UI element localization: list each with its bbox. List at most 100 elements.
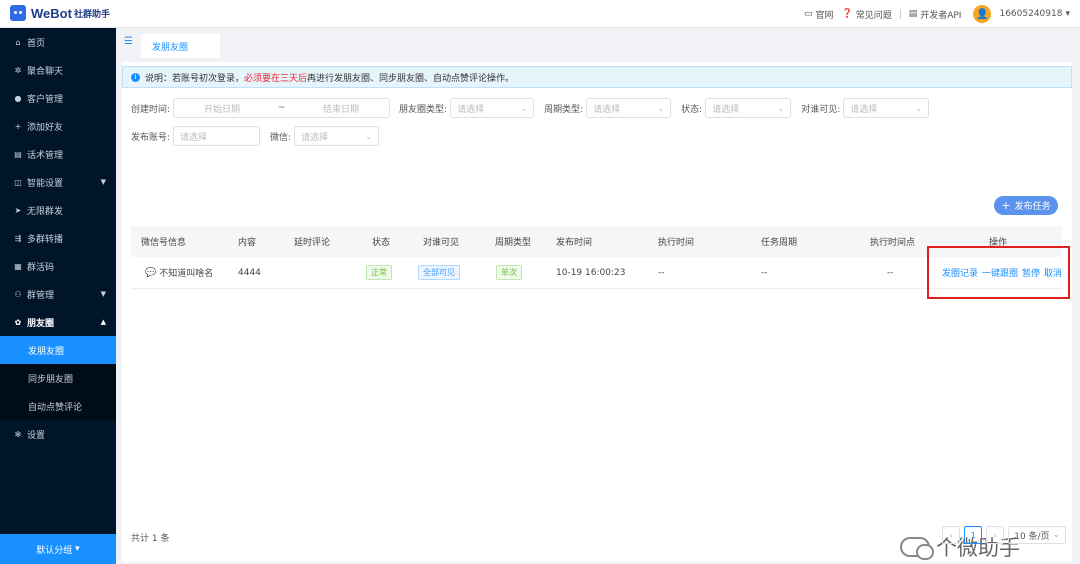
chevron-down-icon: ⌄ [915, 103, 923, 113]
sidebar-item-qrcode[interactable]: ▦ 群活码 [0, 252, 116, 280]
user-icon: ● [14, 93, 22, 103]
table-header: 微信号信息 内容 延时评论 状态 对谁可见 周期类型 发布时间 执行时间 任务周… [131, 226, 1062, 257]
wechat-label: 微信: [270, 132, 292, 143]
prev-page-button[interactable]: ‹ [942, 526, 961, 544]
qrcode-icon: ▦ [14, 261, 22, 271]
gear-icon: ✻ [14, 429, 22, 439]
content-panel: i 说明：若账号初次登录， 必须要在三天后 再进行发朋友圈、同步朋友圈、自动点赞… [122, 62, 1072, 562]
visibility-badge: 全部可见 [418, 265, 460, 280]
col-status: 状态 [372, 238, 391, 248]
page-number[interactable]: 1 [964, 526, 983, 544]
col-task-period: 任务周期 [761, 238, 798, 248]
send-icon: ➤ [14, 205, 22, 215]
sidebar-item-broadcast[interactable]: ➤ 无限群发 [0, 196, 116, 224]
chevron-up-icon: ▲ [100, 318, 106, 326]
sidebar-item-settings[interactable]: ✻ 设置 [0, 420, 116, 448]
col-exec-time: 执行时间 [658, 238, 695, 248]
account-label: 发布账号: [131, 132, 171, 143]
pagination: ‹ 1 › 10 条/页 ⌄ [942, 526, 1066, 544]
group-icon: ⚇ [14, 289, 22, 299]
sidebar-item-add-friend[interactable]: + 添加好友 [0, 112, 116, 140]
total-count: 共计 1 条 [131, 534, 170, 544]
create-time-label: 创建时间: [131, 104, 171, 115]
period-type-select[interactable]: 请选择 ⌄ [586, 98, 672, 118]
account-menu[interactable]: 16605240918 ▾ [999, 9, 1070, 19]
moments-icon: ✿ [14, 317, 22, 327]
sidebar-item-smart-settings[interactable]: ◫ 智能设置 ▼ [0, 168, 116, 196]
content-cell: 4444 [238, 267, 261, 278]
highlight-box [927, 246, 1070, 299]
period-type-label: 周期类型: [544, 104, 584, 115]
doc-icon: ▤ [908, 9, 918, 19]
sidebar-item-group-manage[interactable]: ⚇ 群管理 ▼ [0, 280, 116, 308]
tab-bar: ☰ 发朋友圈 [116, 28, 1080, 58]
visibility-select[interactable]: 请选择 ⌄ [843, 98, 930, 118]
moments-type-select[interactable]: 请选择 ⌄ [450, 98, 535, 118]
filter-row-1: 创建时间: 开始日期 ~ 结束日期 朋友圈类型: 请选择 ⌄ 周期类型: 请选择 ⌄… [131, 98, 930, 118]
col-delay-comment: 延时评论 [294, 238, 331, 248]
chevron-down-icon: ⌄ [520, 103, 528, 113]
notice-prefix: 说明：若账号初次登录， [145, 73, 245, 84]
chevron-down-icon: ▼ [100, 178, 106, 186]
task-period-cell: -- [761, 267, 768, 278]
chevron-left-icon: ‹ [949, 530, 953, 540]
sidebar: ⌂ 首页 ✲ 聚合聊天 ● 客户管理 + 添加好友 ▤ 话术管理 ◫ 智能设置 ▼ ➤ 无限群发… [0, 28, 116, 564]
start-date-input[interactable]: 开始日期 [204, 102, 240, 115]
status-select[interactable]: 请选择 ⌄ [705, 98, 792, 118]
broadcast-icon: ⇶ [14, 233, 22, 243]
monitor-icon: ▭ [803, 9, 813, 19]
account-select[interactable]: 请选择 [173, 126, 261, 146]
avatar[interactable]: 👤 [973, 5, 992, 23]
moments-submenu: 发朋友圈 同步朋友圈 自动点赞评论 [0, 336, 116, 420]
page-size-select[interactable]: 10 条/页 ⌄ [1008, 526, 1066, 544]
date-range-picker[interactable]: 开始日期 ~ 结束日期 [173, 98, 391, 118]
top-bar: WeBot 社群助手 ▭ 官网 ❓ 常见问题 ▤ 开发者API 👤 166052… [0, 0, 1080, 28]
notice-banner: i 说明：若账号初次登录， 必须要在三天后 再进行发朋友圈、同步朋友圈、自动点赞… [122, 66, 1072, 88]
chat-icon: ✲ [14, 65, 22, 75]
add-user-icon: + [14, 121, 22, 131]
sidebar-item-scripts[interactable]: ▤ 话术管理 [0, 140, 116, 168]
official-site-link[interactable]: ▭ 官网 [804, 8, 834, 21]
logo[interactable]: WeBot 社群助手 [10, 5, 110, 21]
sidebar-item-multi-group[interactable]: ⇶ 多群转播 [0, 224, 116, 252]
robot-icon [10, 5, 26, 21]
settings-icon: ◫ [14, 177, 22, 187]
sidebar-item-customers[interactable]: ● 客户管理 [0, 84, 116, 112]
col-content: 内容 [238, 238, 257, 248]
publish-time-cell: 10-19 16:00:23 [556, 267, 626, 278]
table-row: 💬 不知道叫啥名 4444 正常 全部可见 单次 10-19 16:00:23 -… [131, 257, 1062, 289]
publish-task-button[interactable]: + 发布任务 [994, 196, 1058, 215]
chevron-down-icon: ⌄ [365, 131, 373, 141]
next-page-button[interactable]: › [986, 526, 1005, 544]
sidebar-subitem-post-moments[interactable]: 发朋友圈 [0, 336, 116, 364]
info-icon: i [131, 72, 140, 82]
faq-link[interactable]: ❓ 常见问题 [841, 8, 891, 21]
sidebar-item-moments[interactable]: ✿ 朋友圈 ▲ [0, 308, 116, 336]
moments-type-label: 朋友圈类型: [399, 104, 448, 115]
notice-highlight: 必须要在三天后 [244, 73, 308, 84]
status-label: 状态: [681, 104, 703, 115]
exec-point-cell: -- [887, 267, 894, 278]
wechat-select[interactable]: 请选择 ⌄ [294, 126, 380, 146]
tab-post-moments[interactable]: 发朋友圈 [141, 34, 220, 58]
caret-down-icon: ▾ [75, 544, 80, 554]
chevron-down-icon: ▼ [100, 290, 106, 298]
main-area: ☰ 发朋友圈 i 说明：若账号初次登录， 必须要在三天后 再进行发朋友圈、同步朋… [116, 28, 1080, 564]
filter-row-2: 发布账号: 请选择 微信: 请选择 ⌄ [131, 126, 380, 146]
app-subtitle: 社群助手 [73, 9, 110, 20]
col-period: 周期类型 [495, 238, 532, 248]
col-exec-point: 执行时间点 [870, 238, 916, 248]
question-icon: ❓ [841, 9, 853, 19]
end-date-input[interactable]: 结束日期 [323, 102, 359, 115]
col-visibility: 对谁可见 [423, 238, 460, 248]
dev-api-link[interactable]: ▤ 开发者API [909, 8, 962, 21]
sidebar-item-home[interactable]: ⌂ 首页 [0, 28, 116, 56]
sidebar-subitem-auto-like[interactable]: 自动点赞评论 [0, 392, 116, 420]
wechat-logo-icon [900, 537, 934, 560]
chevron-right-icon: › [993, 530, 997, 540]
doc-icon: ▤ [14, 149, 22, 159]
sidebar-item-chat[interactable]: ✲ 聚合聊天 [0, 56, 116, 84]
sidebar-subitem-sync-moments[interactable]: 同步朋友圈 [0, 364, 116, 392]
default-group-button[interactable]: 默认分组 ▾ [0, 534, 116, 564]
menu-toggle-icon[interactable]: ☰ [124, 36, 133, 47]
